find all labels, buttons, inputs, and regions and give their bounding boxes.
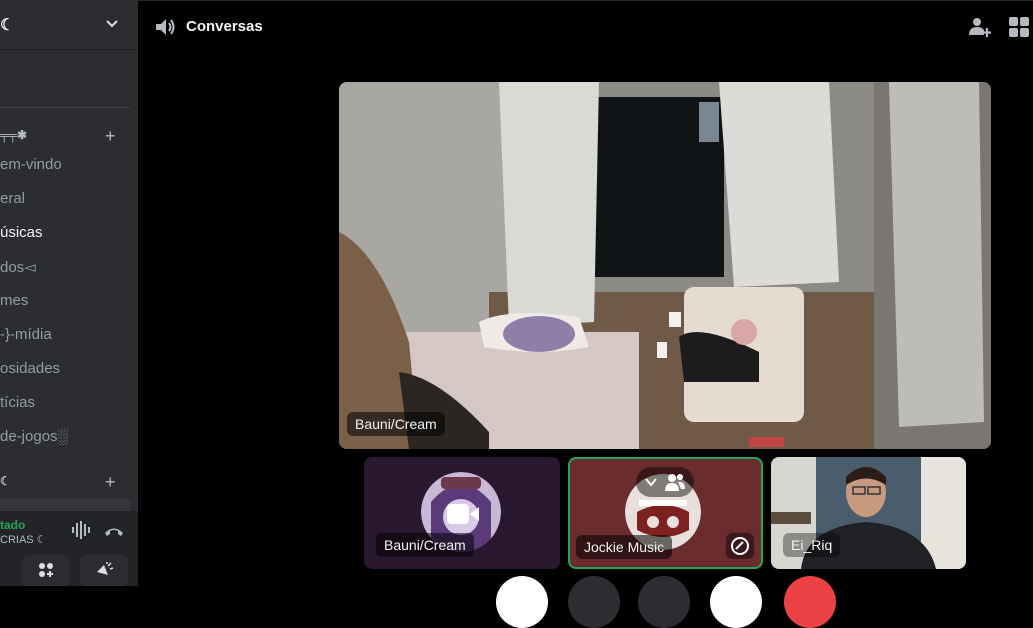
hangup-icon[interactable] (103, 523, 125, 539)
channel-item-active[interactable]: úsicas (0, 224, 43, 241)
activity-button[interactable] (638, 576, 690, 628)
mute-button[interactable] (710, 576, 762, 628)
room-video-image (339, 82, 991, 449)
channel-item[interactable]: mes (0, 292, 28, 309)
participant-name-tag: Bauni/Cream (376, 533, 474, 557)
voice-connection-panel: tado CRIAS ☾ (0, 511, 138, 586)
channel-item[interactable]: tícias (0, 394, 35, 411)
add-channel-icon[interactable]: + (105, 472, 116, 493)
people-icon[interactable] (664, 472, 686, 492)
main-video-stream[interactable]: Bauni/Cream (339, 82, 991, 449)
channel-item[interactable]: eral (0, 190, 25, 207)
channel-item[interactable]: osidades (0, 360, 60, 377)
call-header: Conversas (138, 0, 1033, 50)
channel-item[interactable]: em-vindo (0, 156, 62, 173)
grid-icon[interactable] (1008, 16, 1030, 38)
voice-channel-name[interactable]: CRIAS ☾ (0, 533, 47, 546)
soundboard-icon (97, 562, 114, 575)
participant-tile[interactable]: Bauni/Cream (364, 457, 560, 569)
participant-tile-speaking[interactable]: Jockie Music (568, 457, 763, 569)
channel-item[interactable]: -}-mídia (0, 326, 52, 343)
participant-name-tag: Bauni/Cream (347, 412, 445, 436)
activity-button[interactable] (22, 555, 70, 586)
add-channel-icon[interactable]: + (105, 126, 116, 147)
category-header[interactable]: ☾ (0, 474, 11, 488)
soundboard-button[interactable] (80, 555, 128, 586)
channel-item[interactable]: de-jogos░ (0, 428, 68, 445)
channel-item[interactable]: dos◅ (0, 258, 36, 276)
server-header[interactable]: ☾ (0, 0, 138, 50)
speaker-icon (156, 19, 175, 35)
activity-icon (39, 563, 53, 577)
screen-share-button[interactable] (568, 576, 620, 628)
server-name: ☾ (0, 17, 15, 34)
participant-tile[interactable]: Ei_Riq (771, 457, 966, 569)
participant-name-tag: Ei_Riq (783, 533, 841, 557)
category-header[interactable]: ╤╤✱ (0, 128, 27, 142)
voice-channel-row[interactable] (0, 499, 130, 511)
call-controls (480, 572, 840, 628)
waveform-icon[interactable] (71, 521, 93, 539)
page-title: Conversas (186, 18, 263, 35)
chevron-down-icon[interactable] (644, 476, 658, 488)
stream-options-pill[interactable] (636, 467, 694, 497)
voice-status[interactable]: tado (0, 518, 25, 532)
add-friend-icon[interactable] (968, 15, 992, 39)
hangup-button[interactable] (784, 576, 836, 628)
divider (0, 107, 130, 108)
participant-name-tag: Jockie Music (576, 535, 673, 559)
camera-toggle-button[interactable] (496, 576, 548, 628)
camera-icon (447, 504, 479, 524)
activity-icon[interactable] (726, 533, 754, 559)
channel-sidebar: ☾ ╤╤✱ + em-vindo eral úsicas dos◅ mes -}… (0, 0, 138, 586)
chevron-down-icon (106, 20, 118, 28)
